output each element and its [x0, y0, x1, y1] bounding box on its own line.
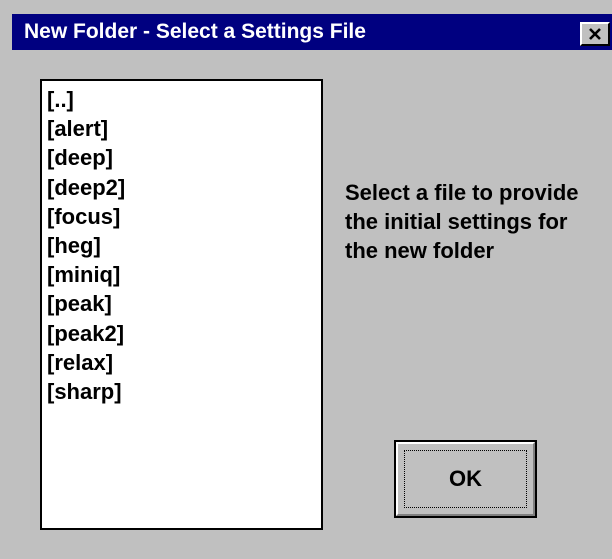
- list-item[interactable]: [heg]: [47, 231, 321, 260]
- list-item[interactable]: [relax]: [47, 348, 321, 377]
- list-item[interactable]: [deep2]: [47, 173, 321, 202]
- ok-button[interactable]: OK: [394, 440, 537, 518]
- close-icon: [588, 27, 602, 41]
- list-item[interactable]: [sharp]: [47, 377, 321, 406]
- list-item[interactable]: [peak]: [47, 289, 321, 318]
- list-item[interactable]: [..]: [47, 85, 321, 114]
- list-item[interactable]: [focus]: [47, 202, 321, 231]
- ok-button-label: OK: [449, 466, 482, 491]
- ok-button-focus-rect: OK: [404, 450, 527, 508]
- list-item[interactable]: [peak2]: [47, 319, 321, 348]
- title-bar[interactable]: New Folder - Select a Settings File: [12, 14, 612, 50]
- list-item[interactable]: [miniq]: [47, 260, 321, 289]
- ok-button-bevel: OK: [396, 442, 535, 516]
- settings-file-list[interactable]: [..] [alert] [deep] [deep2] [focus] [heg…: [40, 79, 323, 530]
- list-item[interactable]: [deep]: [47, 143, 321, 172]
- dialog-window: New Folder - Select a Settings File [..]…: [0, 0, 612, 559]
- list-item[interactable]: [alert]: [47, 114, 321, 143]
- window-title: New Folder - Select a Settings File: [24, 20, 366, 43]
- instruction-text: Select a file to provide the initial set…: [345, 180, 579, 263]
- close-button[interactable]: [580, 22, 610, 46]
